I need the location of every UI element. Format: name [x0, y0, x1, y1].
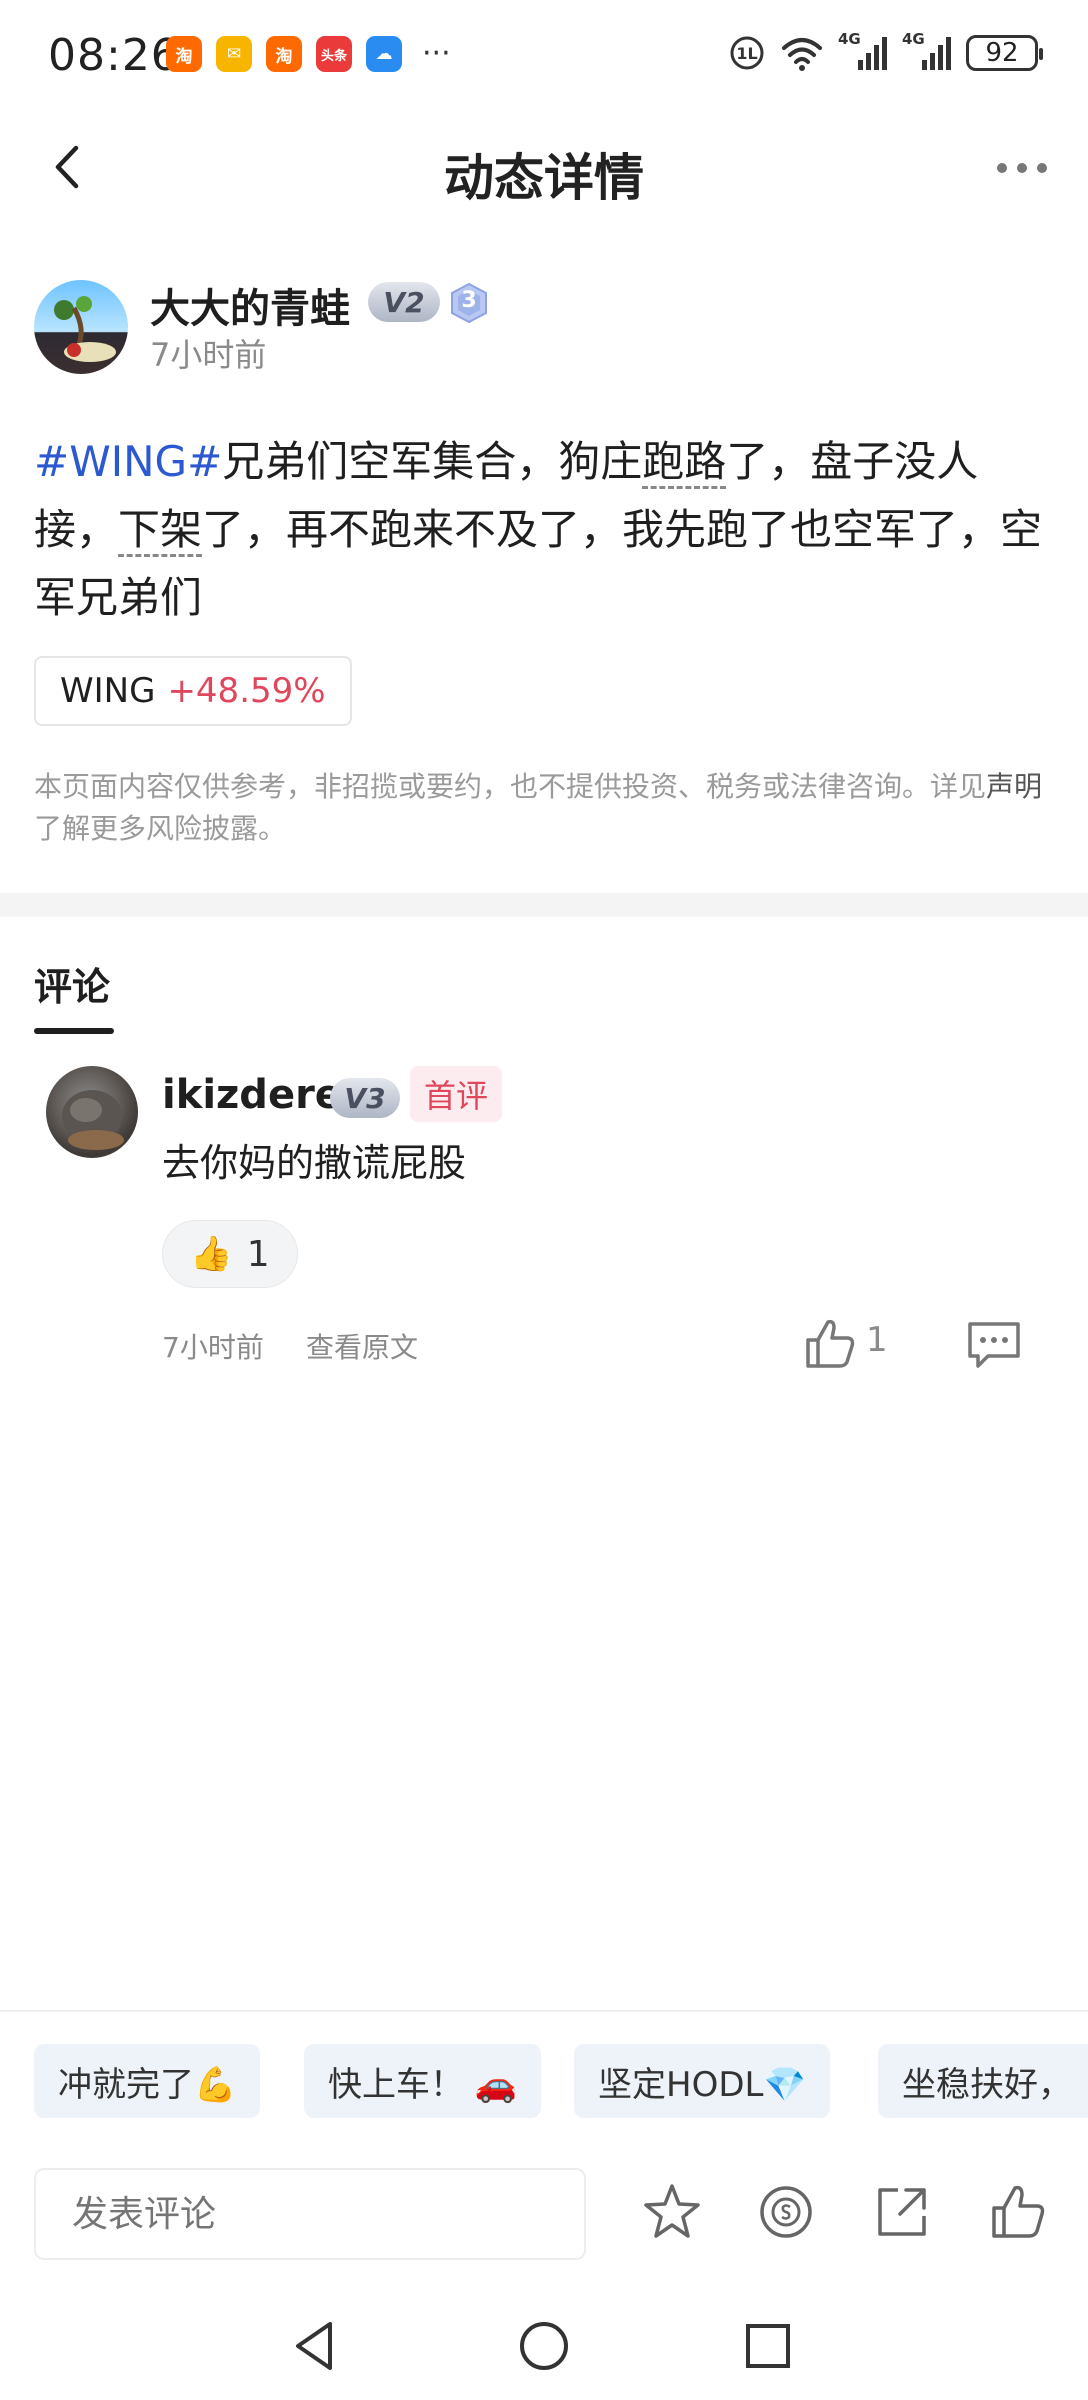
- svg-text:1L: 1L: [736, 44, 757, 63]
- hashtag-link[interactable]: #WING#: [34, 437, 222, 486]
- glossary-term[interactable]: 跑路: [642, 437, 727, 489]
- bottom-divider: [0, 2010, 1088, 2012]
- battery-indicator: 92: [966, 35, 1043, 71]
- section-divider: [0, 893, 1088, 917]
- quick-reply-chip[interactable]: 快上车！ 🚗: [304, 2044, 542, 2118]
- mail-icon: ✉: [216, 36, 252, 72]
- glossary-term[interactable]: 下架: [118, 505, 203, 557]
- author-name[interactable]: 大大的青蛙: [150, 276, 350, 334]
- ticker-change: +48.59%: [167, 671, 326, 711]
- signal-4g-icon: 4G: [838, 30, 888, 72]
- post-text: 兄弟们空军集合，狗庄: [222, 437, 643, 486]
- wifi-icon: [782, 38, 822, 71]
- taobao-icon: 淘: [266, 36, 302, 72]
- page-title: 动态详情: [444, 149, 644, 207]
- nav-recents-icon[interactable]: [738, 2316, 798, 2376]
- nav-home-icon[interactable]: [514, 2316, 574, 2376]
- quick-reply-chip[interactable]: 冲就完了💪: [34, 2044, 261, 2118]
- comment-input[interactable]: [34, 2168, 586, 2260]
- first-comment-tag: 首评: [410, 1066, 503, 1122]
- like-count: 1: [866, 1320, 888, 1360]
- tab-active-indicator: [34, 1028, 114, 1034]
- commenter-name[interactable]: ikizdere: [162, 1072, 342, 1118]
- notification-icons: 淘 ✉ 淘 头条 ☁ ···: [166, 36, 451, 72]
- ticker-chip[interactable]: WING +48.59%: [34, 656, 352, 726]
- post-content: #WING#兄弟们空军集合，狗庄跑路了，盘子没人接，下架了，再不跑来不及了，我先…: [34, 428, 1054, 632]
- ticker-symbol: WING: [60, 671, 156, 711]
- disclaimer-link[interactable]: 声明: [986, 770, 1042, 803]
- quick-reply-bar: 冲就完了💪 快上车！ 🚗 坚定HODL💎 坐稳扶好，: [34, 2044, 1088, 2120]
- disclaimer-text: 本页面内容仅供参考，非招揽或要约，也不提供投资、税务或法律咨询。详见: [34, 770, 987, 803]
- author-avatar[interactable]: [34, 280, 128, 374]
- weather-icon: ☁: [366, 36, 402, 72]
- reaction-chip[interactable]: 👍 1: [162, 1220, 298, 1288]
- disclaimer-tail: 了解更多风险披露。: [34, 812, 287, 845]
- tab-comments[interactable]: 评论: [34, 956, 110, 1011]
- quick-reply-chip[interactable]: 坐稳扶好，: [878, 2044, 1088, 2118]
- top-nav-bar: 动态详情: [0, 120, 1088, 220]
- tip-coin-icon[interactable]: [754, 2180, 818, 2244]
- star-favorite-icon[interactable]: [640, 2180, 704, 2244]
- signal-4g-icon: 4G: [902, 30, 952, 72]
- toutiao-icon: 头条: [316, 36, 352, 72]
- hd-call-icon: 1L: [730, 36, 764, 70]
- more-options-icon[interactable]: [996, 160, 1048, 176]
- commenter-avatar[interactable]: [46, 1066, 138, 1158]
- like-icon[interactable]: [800, 1314, 860, 1374]
- comment-text: 去你妈的撒谎屁股: [162, 1141, 467, 1185]
- disclaimer: 本页面内容仅供参考，非招揽或要约，也不提供投资、税务或法律咨询。详见声明了解更多…: [34, 766, 1054, 850]
- quick-reply-chip[interactable]: 坚定HODL💎: [574, 2044, 830, 2118]
- thumbs-up-emoji-icon: 👍: [190, 1234, 233, 1274]
- like-post-icon[interactable]: [986, 2180, 1050, 2244]
- level-number: 3: [461, 288, 477, 313]
- share-icon[interactable]: [870, 2180, 934, 2244]
- level-badge: 3: [448, 282, 490, 324]
- post-time: 7小时前: [150, 336, 267, 374]
- nav-back-icon[interactable]: [286, 2316, 346, 2376]
- reply-icon[interactable]: [964, 1314, 1024, 1374]
- taobao-icon: 淘: [166, 36, 202, 72]
- more-notifications-icon: ···: [422, 36, 451, 71]
- vip-badge: V2: [368, 282, 440, 322]
- comment-time: 7小时前: [162, 1331, 264, 1364]
- status-time: 08:26: [48, 30, 180, 81]
- view-original-link[interactable]: 查看原文: [306, 1326, 418, 1366]
- system-indicators: 1L 4G 4G 92: [728, 30, 1043, 72]
- reaction-count: 1: [246, 1233, 270, 1275]
- vip-badge: V3: [330, 1078, 400, 1118]
- status-bar: 08:26 淘 ✉ 淘 头条 ☁ ··· 1L 4G 4G 92: [0, 0, 1088, 110]
